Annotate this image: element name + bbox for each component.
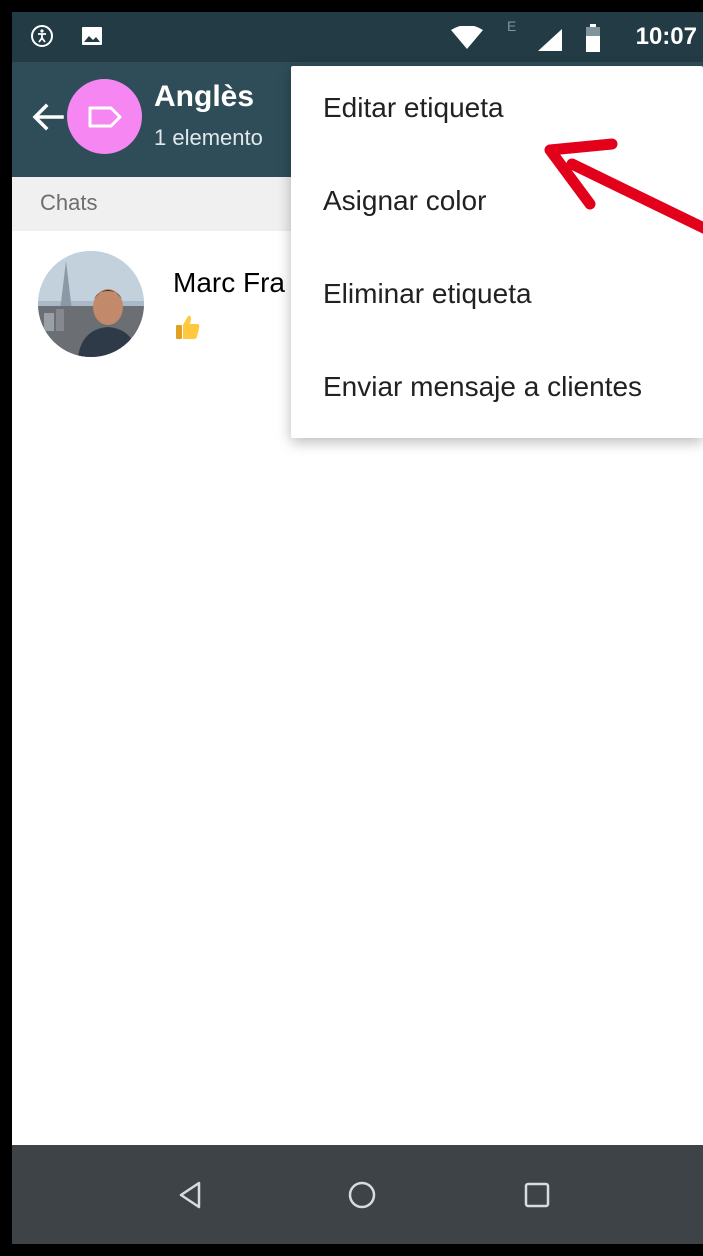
navigation-bar	[12, 1145, 703, 1244]
network-type-label: E	[507, 18, 517, 34]
label-tag-icon	[88, 106, 122, 128]
label-item-count: 1 elemento	[154, 125, 263, 150]
menu-item-message-clients[interactable]: Enviar mensaje a clientes	[291, 345, 703, 437]
battery-icon	[586, 24, 600, 52]
menu-item-label: Eliminar etiqueta	[323, 278, 532, 309]
contact-photo	[38, 251, 144, 357]
phone-screen: E 10:07 Anglès 1 elemento Chats Marc Fra…	[12, 12, 703, 1244]
label-title: Anglès	[154, 80, 255, 113]
status-time: 10:07	[635, 23, 697, 50]
home-circle-icon[interactable]	[346, 1179, 378, 1211]
image-icon	[82, 27, 102, 45]
menu-item-edit-label[interactable]: Editar etiqueta	[291, 66, 703, 158]
overflow-menu: Editar etiqueta Asignar color Eliminar e…	[291, 66, 703, 438]
menu-item-label: Enviar mensaje a clientes	[323, 371, 643, 402]
accessibility-icon	[31, 25, 53, 47]
menu-item-delete-label[interactable]: Eliminar etiqueta	[291, 252, 703, 344]
label-avatar[interactable]	[67, 79, 142, 154]
thumbs-up-emoji-icon	[176, 315, 200, 339]
contact-name: Marc Fra	[173, 267, 285, 298]
menu-item-label: Editar etiqueta	[323, 92, 504, 123]
menu-item-assign-color[interactable]: Asignar color	[291, 159, 703, 251]
back-triangle-icon[interactable]	[175, 1179, 207, 1211]
section-label: Chats	[40, 190, 98, 215]
recents-square-icon[interactable]	[521, 1179, 553, 1211]
status-bar: E 10:07	[12, 12, 703, 62]
cell-signal-icon	[538, 29, 562, 51]
wifi-icon	[451, 26, 483, 49]
back-arrow-icon[interactable]	[28, 97, 68, 137]
menu-item-label: Asignar color	[323, 185, 487, 216]
contact-avatar[interactable]	[38, 251, 144, 357]
